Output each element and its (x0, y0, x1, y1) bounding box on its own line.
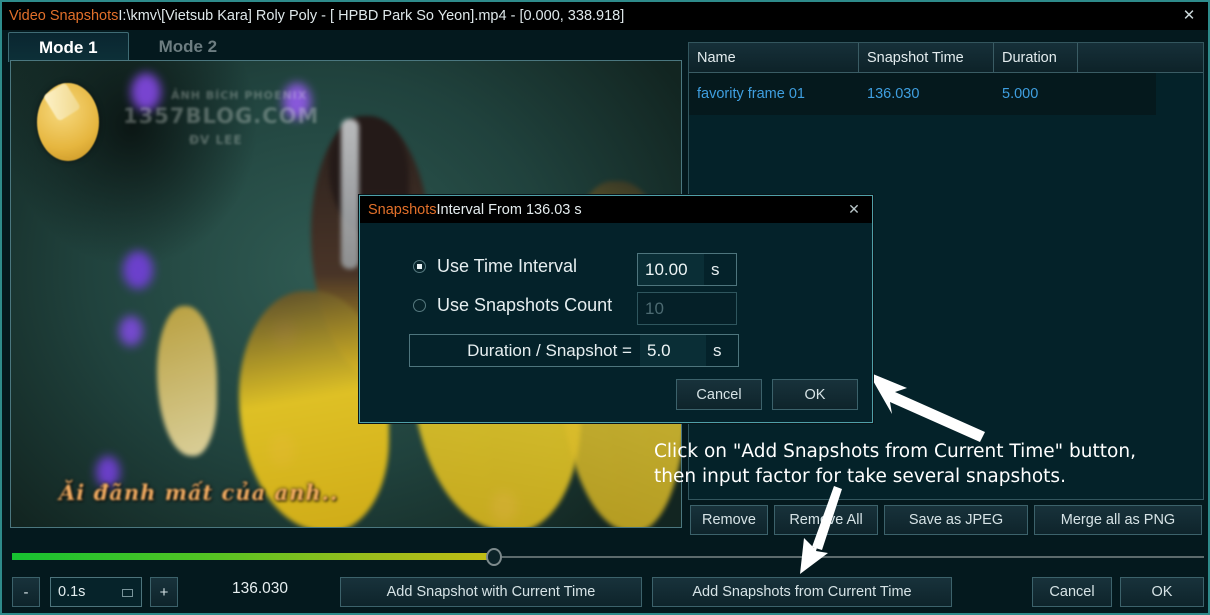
snapshots-count-field[interactable]: 10 (637, 292, 737, 325)
cell-duration[interactable]: 5.000 (994, 73, 1078, 115)
step-size-value: 0.1s (58, 584, 86, 600)
tab-mode-2[interactable]: Mode 2 (129, 32, 248, 62)
step-increase-button[interactable]: + (150, 577, 178, 607)
row-filler (1156, 73, 1203, 115)
add-snapshot-with-current-time-button[interactable]: Add Snapshot with Current Time (340, 577, 642, 607)
snapshots-interval-dialog: Snapshots Interval From 136.03 s ✕ Use T… (359, 195, 873, 423)
tab-mode-1[interactable]: Mode 1 (8, 32, 129, 62)
stage-light-blob (123, 251, 153, 289)
column-header-extra[interactable] (1078, 43, 1203, 73)
dialog-ok-button[interactable]: OK (772, 379, 858, 410)
label-use-time-interval: Use Time Interval (437, 256, 578, 276)
video-snapshots-window: Video Snapshots I:\kmv\[Vietsub Kara] Ro… (0, 0, 1210, 615)
time-interval-field[interactable]: 10.00 s (637, 253, 737, 286)
current-time-display: 136.030 (232, 580, 289, 597)
add-snapshots-from-current-time-button[interactable]: Add Snapshots from Current Time (652, 577, 952, 607)
remove-button[interactable]: Remove (690, 505, 768, 535)
chevron-down-icon[interactable] (122, 589, 133, 597)
dialog-buttons: Cancel OK (676, 379, 858, 410)
seek-progress-fill (12, 553, 492, 560)
watermark-line-2: 1357BLOG.COM (123, 104, 320, 128)
stage-light-blob (119, 316, 143, 346)
watermark-line-1: ẢNH BÍCH PHOENIX (171, 89, 308, 102)
window-titlebar: Video Snapshots I:\kmv\[Vietsub Kara] Ro… (2, 2, 1208, 30)
ok-button[interactable]: OK (1120, 577, 1204, 607)
snapshots-count-input[interactable]: 10 (638, 293, 736, 324)
video-subtitle: Ăi đãnh mất của anh.. (59, 480, 339, 505)
seek-bar[interactable] (12, 548, 1204, 566)
cancel-button[interactable]: Cancel (1032, 577, 1112, 607)
radio-use-time-interval[interactable] (413, 260, 426, 273)
snapshots-table-header: Name Snapshot Time Duration (689, 43, 1203, 73)
radio-use-snapshots-count[interactable] (413, 299, 426, 312)
save-as-jpeg-button[interactable]: Save as JPEG (884, 505, 1028, 535)
remove-all-button[interactable]: Remove All (774, 505, 878, 535)
dialog-titlebar: Snapshots Interval From 136.03 s ✕ (360, 196, 872, 223)
label-use-snapshots-count: Use Snapshots Count (437, 295, 613, 315)
table-row[interactable]: favority frame 01 136.030 5.000 (689, 73, 1203, 115)
column-header-duration[interactable]: Duration (994, 43, 1078, 73)
dialog-close-icon[interactable]: ✕ (845, 200, 863, 218)
time-interval-input[interactable]: 10.00 (638, 254, 704, 285)
seek-handle[interactable] (486, 548, 502, 566)
cell-snapshot-time[interactable]: 136.030 (859, 73, 994, 115)
duration-per-snapshot-label: Duration / Snapshot = (467, 340, 632, 360)
close-icon[interactable]: ✕ (1180, 6, 1198, 24)
column-header-snapshot-time[interactable]: Snapshot Time (859, 43, 994, 73)
snapshot-actions-toolbar: Remove Remove All Save as JPEG Merge all… (690, 505, 1202, 535)
dialog-title-rest: Interval From 136.03 s (436, 201, 582, 218)
microphone-stand (341, 119, 359, 269)
mode-tabs: Mode 1 Mode 2 (8, 32, 247, 62)
window-title-accent: Video Snapshots (9, 8, 119, 24)
radio-row-time-interval[interactable]: Use Time Interval (413, 256, 577, 277)
window-title-path: I:\kmv\[Vietsub Kara] Roly Poly - [ HPBD… (118, 8, 625, 24)
cell-extra[interactable] (1078, 73, 1156, 115)
duration-per-snapshot-unit: s (706, 340, 738, 361)
step-size-select[interactable]: 0.1s (50, 577, 142, 607)
step-decrease-button[interactable]: - (12, 577, 40, 607)
column-header-name[interactable]: Name (689, 43, 859, 73)
dialog-title-accent: Snapshots (368, 201, 437, 218)
radio-row-snapshots-count[interactable]: Use Snapshots Count (413, 295, 612, 316)
merge-all-as-png-button[interactable]: Merge all as PNG (1034, 505, 1202, 535)
duration-per-snapshot-row[interactable]: Duration / Snapshot = 5.0 s (409, 334, 739, 367)
time-interval-unit: s (704, 254, 736, 285)
dialog-cancel-button[interactable]: Cancel (676, 379, 762, 410)
watermark-line-3: ĐV LEE (189, 133, 243, 147)
cell-name[interactable]: favority frame 01 (689, 73, 859, 115)
duration-per-snapshot-input[interactable]: 5.0 (640, 335, 706, 366)
